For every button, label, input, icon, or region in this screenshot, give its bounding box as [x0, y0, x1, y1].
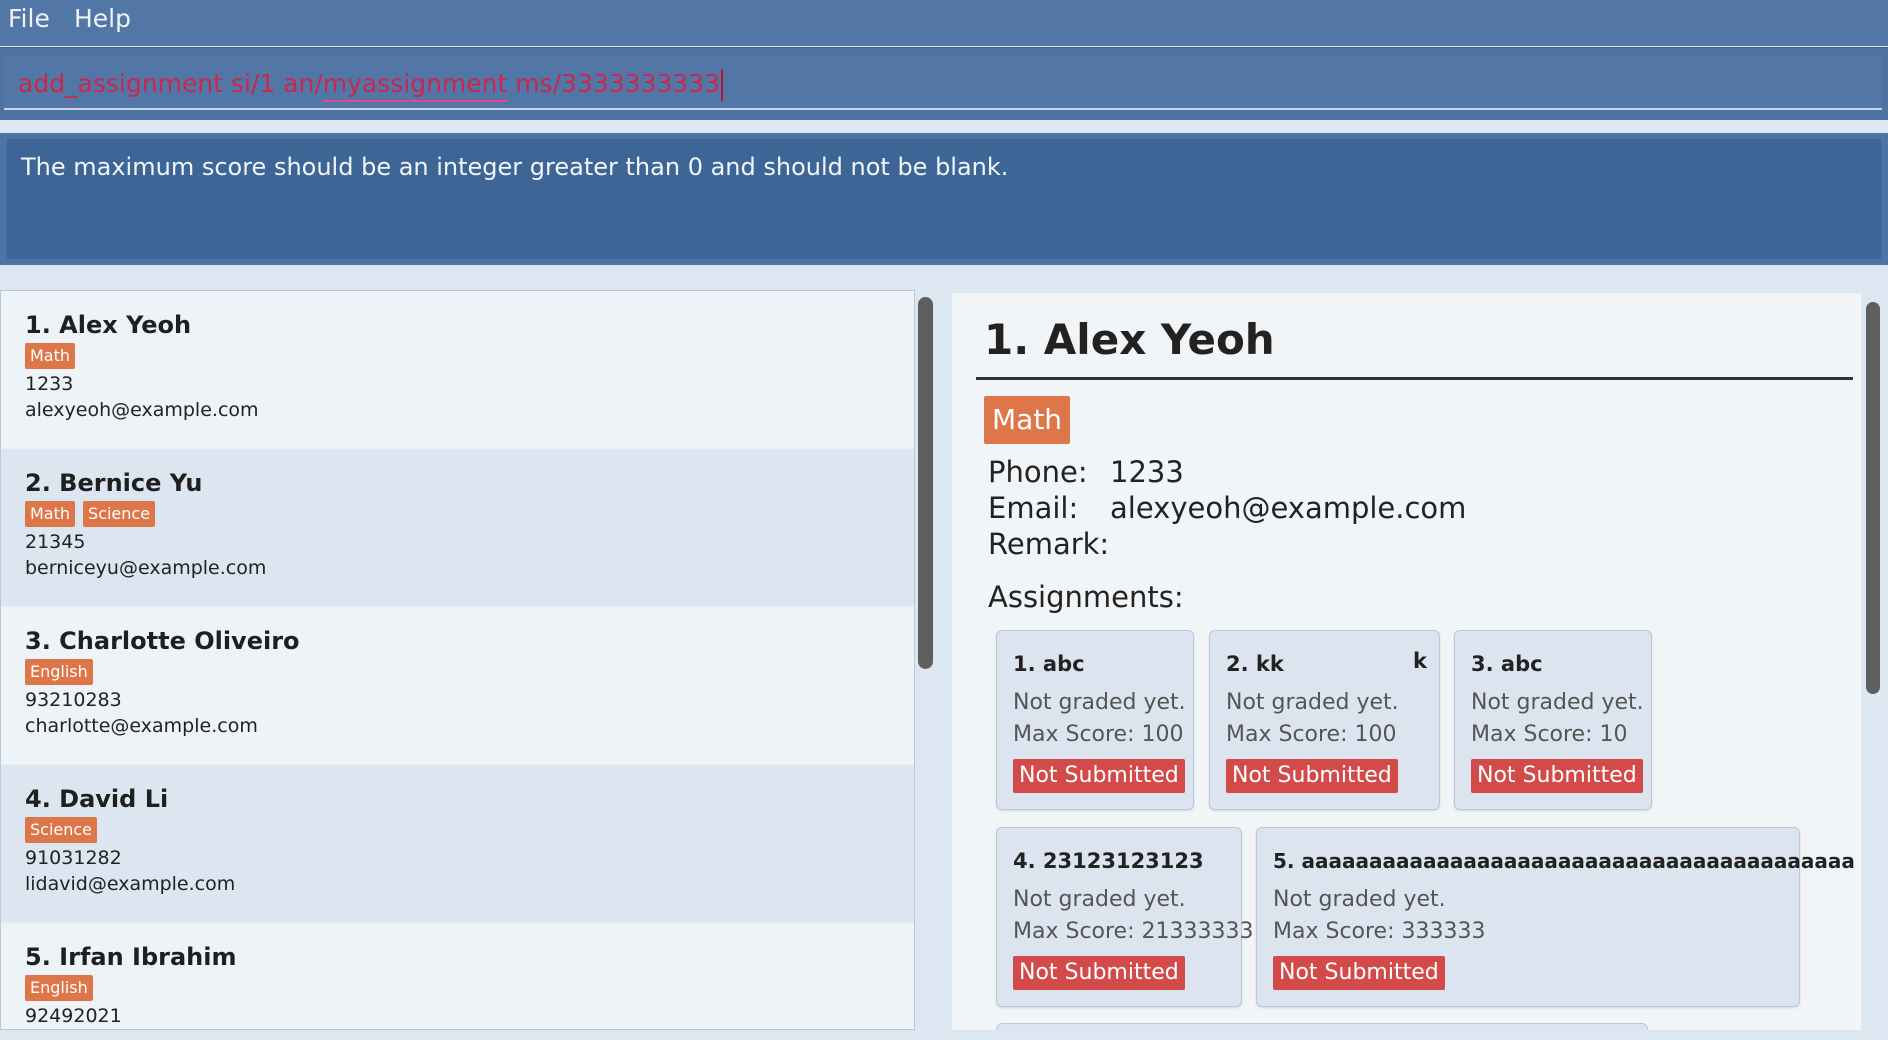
person-card[interactable]: 1. Alex Yeoh Math 1233 alexyeoh@example.…	[1, 291, 914, 448]
command-text-spellcheck: myassignment	[322, 69, 508, 98]
command-input[interactable]: add_assignment si/1 an/myassignment ms/3…	[4, 56, 1882, 110]
tag: Science	[83, 501, 156, 527]
person-name: 1. Alex Yeoh	[25, 311, 192, 339]
person-tags: Science	[25, 817, 914, 845]
assignment-max-score: Max Score: 100	[1226, 722, 1397, 747]
person-email: lidavid@example.com	[25, 873, 236, 895]
detail-tag: Math	[984, 396, 1071, 444]
person-email: charlotte@example.com	[25, 715, 258, 737]
tag: English	[25, 659, 93, 685]
assignment-card[interactable]: 4. 23123123123 Not graded yet. Max Score…	[996, 827, 1254, 1007]
person-tags: Math	[25, 343, 914, 371]
assignment-extra: k	[1413, 649, 1427, 673]
person-card[interactable]: 3. Charlotte Oliveiro English 93210283 c…	[1, 607, 914, 764]
assignment-max-score: Max Score: 333333	[1273, 919, 1486, 944]
menu-file[interactable]: File	[0, 4, 58, 33]
tag: Math	[25, 501, 76, 527]
assignment-title: 2. kk	[1226, 652, 1284, 676]
person-detail-panel: 1. Alex Yeoh Math Phone: 1233 Email: ale…	[952, 293, 1861, 1030]
person-card[interactable]: 4. David Li Science 91031282 lidavid@exa…	[1, 765, 914, 922]
assignment-grade: Not graded yet.	[1471, 690, 1644, 715]
status-badge: Not Submitted	[1273, 956, 1445, 990]
status-badge: Not Submitted	[1013, 956, 1185, 990]
person-card[interactable]: 5. Irfan Ibrahim English 92492021	[1, 923, 914, 1029]
detail-divider	[976, 377, 1853, 380]
assignment-grade: Not graded yet.	[1013, 887, 1186, 912]
person-list-scrollbar[interactable]	[918, 297, 933, 669]
text-caret	[721, 69, 724, 101]
person-phone: 92492021	[25, 1005, 122, 1027]
remark-label: Remark:	[988, 527, 1110, 561]
person-tags: English	[25, 975, 914, 1003]
email-label: Email:	[988, 491, 1079, 525]
status-bar	[0, 1030, 1888, 1040]
tag: Math	[25, 343, 76, 369]
tag: English	[25, 975, 93, 1001]
email-value: alexyeoh@example.com	[1110, 491, 1467, 525]
person-email: alexyeoh@example.com	[25, 399, 259, 421]
assignment-max-score: Max Score: 100	[1013, 722, 1184, 747]
phone-value: 1233	[1110, 455, 1184, 489]
person-tags: English	[25, 659, 914, 687]
assignment-card-partial	[996, 1023, 1648, 1030]
assignment-max-score: Max Score: 21333333	[1013, 919, 1254, 944]
person-phone: 1233	[25, 373, 74, 395]
detail-scrollbar[interactable]	[1866, 302, 1880, 694]
assignment-grade: Not graded yet.	[1013, 690, 1186, 715]
menu-help[interactable]: Help	[66, 4, 139, 33]
person-card[interactable]: 2. Bernice Yu Math Science 21345 bernicey…	[1, 449, 914, 606]
assignment-card[interactable]: 5. aaaaaaaaaaaaaaaaaaaaaaaaaaaaaaaaaaaaa…	[1256, 827, 1855, 1007]
assignment-title: 3. abc	[1471, 652, 1543, 676]
assignment-card[interactable]: 2. kk k Not graded yet. Max Score: 100 N…	[1209, 630, 1440, 810]
assignment-title: 1. abc	[1013, 652, 1085, 676]
assignment-card[interactable]: 1. abc Not graded yet. Max Score: 100 No…	[996, 630, 1194, 810]
status-badge: Not Submitted	[1226, 759, 1398, 793]
assignment-card[interactable]: 3. abc Not graded yet. Max Score: 10 Not…	[1454, 630, 1652, 810]
status-badge: Not Submitted	[1013, 759, 1185, 793]
assignment-title: 4. 23123123123	[1013, 849, 1204, 873]
person-name: 4. David Li	[25, 785, 169, 813]
person-phone: 21345	[25, 531, 86, 553]
person-phone: 91031282	[25, 847, 122, 869]
person-phone: 93210283	[25, 689, 122, 711]
detail-name: 1. Alex Yeoh	[984, 315, 1275, 364]
command-text-suffix: ms/3333333333	[507, 69, 721, 98]
assignment-grade: Not graded yet.	[1273, 887, 1446, 912]
person-tags: Math Science	[25, 501, 914, 529]
result-message: The maximum score should be an integer g…	[7, 139, 1881, 259]
person-list[interactable]: 1. Alex Yeoh Math 1233 alexyeoh@example.…	[0, 290, 915, 1030]
assignment-max-score: Max Score: 10	[1471, 722, 1628, 747]
command-box: add_assignment si/1 an/myassignment ms/3…	[0, 47, 1888, 120]
assignment-grade: Not graded yet.	[1226, 690, 1399, 715]
result-display: The maximum score should be an integer g…	[0, 133, 1888, 265]
person-name: 2. Bernice Yu	[25, 469, 203, 497]
person-name: 5. Irfan Ibrahim	[25, 943, 237, 971]
person-email: berniceyu@example.com	[25, 557, 267, 579]
assignments-heading: Assignments:	[988, 580, 1184, 614]
assignment-title: 5. aaaaaaaaaaaaaaaaaaaaaaaaaaaaaaaaaaaaa…	[1273, 849, 1855, 873]
menu-bar: File Help	[0, 0, 1888, 46]
person-name: 3. Charlotte Oliveiro	[25, 627, 300, 655]
phone-label: Phone:	[988, 455, 1088, 489]
tag: Science	[25, 817, 98, 843]
command-text-prefix: add_assignment si/1 an/	[18, 69, 323, 98]
status-badge: Not Submitted	[1471, 759, 1643, 793]
